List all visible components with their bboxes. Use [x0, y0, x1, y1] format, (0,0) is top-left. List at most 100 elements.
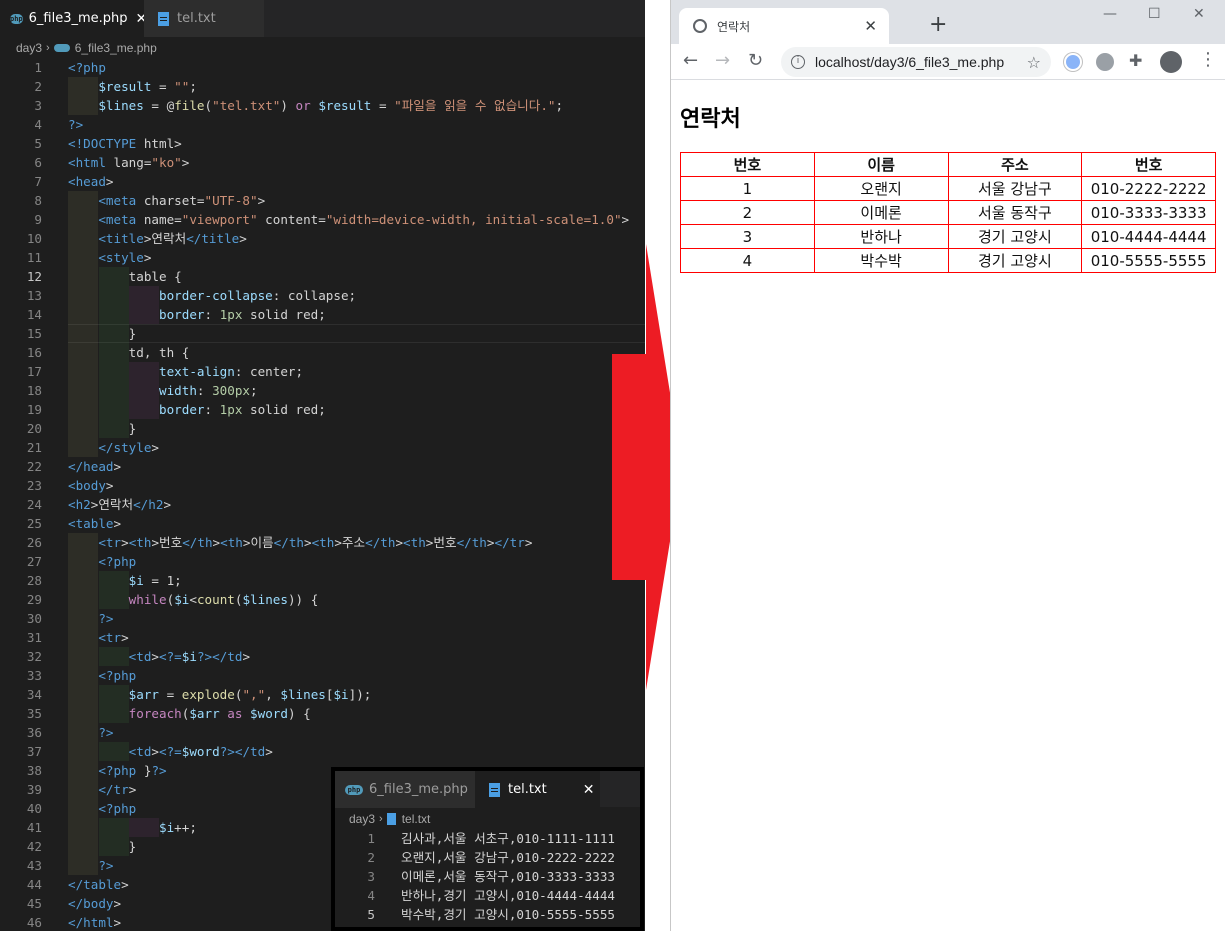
code-text: table {: [68, 269, 182, 284]
code-line[interactable]: 14 border: 1px solid red;: [0, 305, 645, 324]
address-bar[interactable]: i localhost/day3/6_file3_me.php ☆: [781, 47, 1051, 77]
line-number: 14: [26, 307, 42, 322]
puzzle-icon[interactable]: ✚: [1129, 51, 1142, 70]
code-line[interactable]: 17 text-align: center;: [0, 362, 645, 381]
code-text: </head>: [68, 459, 122, 474]
code-line[interactable]: 27 <?php: [0, 552, 645, 571]
line-number: 29: [26, 592, 42, 607]
tab-php-file[interactable]: php 6_file3_me.php: [335, 771, 475, 808]
code-line[interactable]: 16 td, th {: [0, 343, 645, 362]
code-line[interactable]: 28 $i = 1;: [0, 571, 645, 590]
extension-icon[interactable]: [1064, 53, 1082, 71]
text-line[interactable]: 4 반하나,경기 고양시,010-4444-4444: [335, 886, 640, 905]
code-line[interactable]: 33 <?php: [0, 666, 645, 685]
code-line[interactable]: 23 <body>: [0, 476, 645, 495]
browser-tab[interactable]: 연락처 ✕: [679, 8, 889, 44]
code-text: ?>: [98, 858, 114, 873]
cell-number: 3: [680, 224, 815, 249]
code-line[interactable]: 6 <html lang="ko">: [0, 153, 645, 172]
info-icon[interactable]: i: [791, 55, 805, 69]
code-line[interactable]: 20 }: [0, 419, 645, 438]
line-number: 30: [26, 611, 42, 626]
code-line[interactable]: 13 border-collapse: collapse;: [0, 286, 645, 305]
code-line[interactable]: 29 while($i<count($lines)) {: [0, 590, 645, 609]
code-text: </html>: [68, 915, 122, 930]
text-line[interactable]: 2 오랜지,서울 강남구,010-2222-2222: [335, 848, 640, 867]
code-text: <?php: [98, 668, 137, 683]
line-number: 10: [26, 231, 42, 246]
close-icon[interactable]: ✕: [583, 782, 595, 798]
line-number: 15: [26, 326, 42, 341]
text-line[interactable]: 1 김사과,서울 서초구,010-1111-1111: [335, 829, 640, 848]
url-text[interactable]: localhost/day3/6_file3_me.php: [815, 54, 1027, 70]
line-number: 38: [26, 763, 42, 778]
code-line[interactable]: 3 $lines = @file("tel.txt") or $result =…: [0, 96, 645, 115]
back-icon[interactable]: ←: [683, 50, 698, 71]
line-number: 22: [26, 459, 42, 474]
forward-icon[interactable]: →: [715, 50, 730, 71]
tab-tel-txt[interactable]: tel.txt: [144, 0, 264, 37]
code-line[interactable]: 36 ?>: [0, 723, 645, 742]
inset-tab-bar: php 6_file3_me.php tel.txt ✕: [335, 771, 640, 808]
code-line[interactable]: 8 <meta charset="UTF-8">: [0, 191, 645, 210]
tab-php-file[interactable]: php 6_file3_me.php ✕: [0, 0, 147, 37]
code-line[interactable]: 32 <td><?=$i?></td>: [0, 647, 645, 666]
close-window-icon[interactable]: ✕: [1193, 6, 1205, 22]
code-text: width: 300px;: [159, 383, 258, 398]
line-number: 28: [26, 573, 42, 588]
line-number: 3: [367, 869, 375, 884]
cell-number: 2: [680, 200, 815, 225]
code-line[interactable]: 1 <?php: [0, 58, 645, 77]
code-line[interactable]: 26 <tr><th>번호</th><th>이름</th><th>주소</th>…: [0, 533, 645, 552]
code-line[interactable]: 18 width: 300px;: [0, 381, 645, 400]
code-line[interactable]: 30 ?>: [0, 609, 645, 628]
code-line[interactable]: 24 <h2>연락처</h2>: [0, 495, 645, 514]
code-line[interactable]: 10 <title>연락처</title>: [0, 229, 645, 248]
code-line[interactable]: 34 $arr = explode(",", $lines[$i]);: [0, 685, 645, 704]
line-number: 25: [26, 516, 42, 531]
bookmark-star-icon[interactable]: ☆: [1027, 53, 1041, 72]
breadcrumb-folder[interactable]: day3: [349, 812, 375, 826]
code-text: <?php }?>: [98, 763, 167, 778]
cell-number: 1: [680, 176, 815, 201]
tab-tel-txt[interactable]: tel.txt ✕: [475, 771, 600, 808]
code-line[interactable]: 2 $result = "";: [0, 77, 645, 96]
breadcrumb-folder[interactable]: day3: [16, 41, 42, 55]
cell-address: 서울 동작구: [947, 200, 1083, 225]
line-number: 20: [26, 421, 42, 436]
code-line[interactable]: 19 border: 1px solid red;: [0, 400, 645, 419]
reload-icon[interactable]: ↻: [748, 50, 763, 71]
text-content: 이메론,서울 동작구,010-3333-3333: [401, 869, 616, 884]
settings-extension-icon[interactable]: [1096, 53, 1114, 71]
code-line[interactable]: 21 </style>: [0, 438, 645, 457]
profile-avatar-icon[interactable]: [1160, 51, 1182, 73]
minimize-icon[interactable]: —: [1103, 6, 1117, 22]
code-line[interactable]: 7 <head>: [0, 172, 645, 191]
code-line[interactable]: 4 ?>: [0, 115, 645, 134]
code-line[interactable]: 31 <tr>: [0, 628, 645, 647]
code-line[interactable]: 37 <td><?=$word?></td>: [0, 742, 645, 761]
code-text: td, th {: [68, 345, 190, 360]
tel-txt-editor-panel[interactable]: php 6_file3_me.php tel.txt ✕ day3 › tel.…: [331, 767, 644, 931]
breadcrumb-file[interactable]: tel.txt: [402, 812, 431, 826]
new-tab-icon[interactable]: +: [929, 12, 947, 37]
code-line[interactable]: 12 table {: [0, 267, 645, 286]
php-file-icon: [53, 44, 70, 52]
code-line[interactable]: 22 </head>: [0, 457, 645, 476]
code-text: text-align: center;: [159, 364, 304, 379]
more-menu-icon[interactable]: ⋮: [1199, 49, 1217, 70]
text-line[interactable]: 5 박수박,경기 고양시,010-5555-5555: [335, 905, 640, 924]
code-line[interactable]: 35 foreach($arr as $word) {: [0, 704, 645, 723]
code-line[interactable]: 25 <table>: [0, 514, 645, 533]
code-line[interactable]: 11 <style>: [0, 248, 645, 267]
close-tab-icon[interactable]: ✕: [864, 17, 877, 35]
maximize-icon[interactable]: ☐: [1148, 6, 1161, 22]
tab-label: 6_file3_me.php: [369, 782, 468, 797]
text-line[interactable]: 3 이메론,서울 동작구,010-3333-3333: [335, 867, 640, 886]
tab-label: 6_file3_me.php: [28, 11, 128, 26]
code-line[interactable]: 5 <!DOCTYPE html>: [0, 134, 645, 153]
code-line[interactable]: 9 <meta name="viewport" content="width=d…: [0, 210, 645, 229]
breadcrumb-file[interactable]: 6_file3_me.php: [75, 41, 157, 55]
line-number: 37: [26, 744, 42, 759]
code-line[interactable]: 15 }: [0, 324, 645, 343]
